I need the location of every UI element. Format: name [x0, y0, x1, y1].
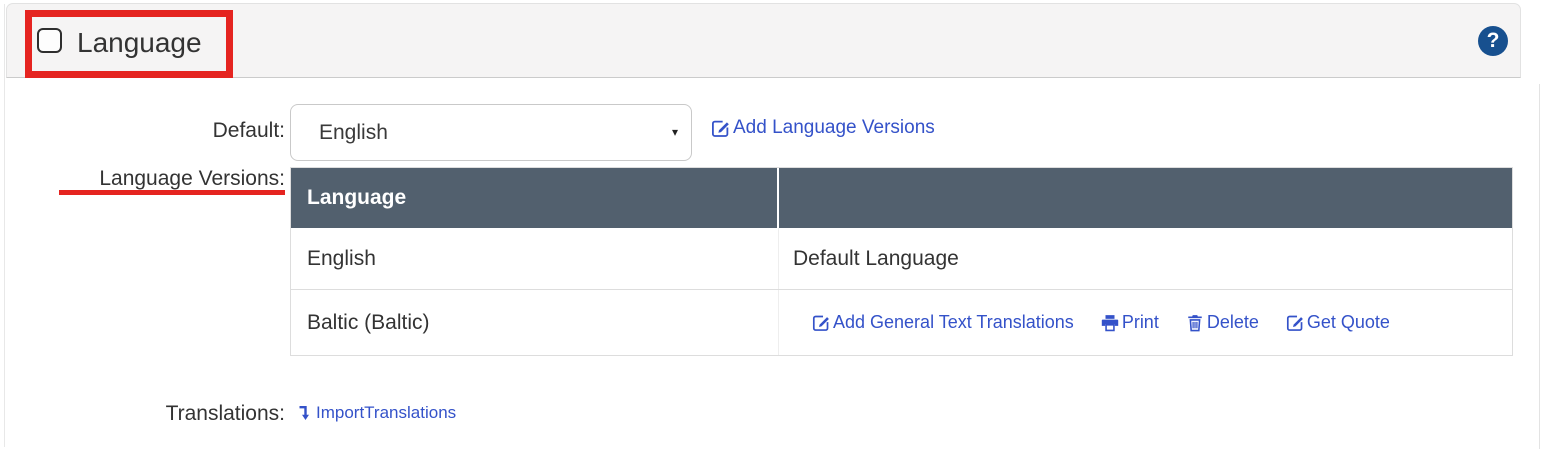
action-label: Print	[1122, 312, 1159, 333]
add-general-text-translations-link[interactable]: Add General Text Translations	[812, 312, 1074, 333]
language-versions-table: Language English Default Language Baltic…	[290, 167, 1513, 356]
action-label: Add General Text Translations	[833, 312, 1074, 333]
default-language-dropdown[interactable]: English ▾	[290, 104, 692, 161]
action-label: Get Quote	[1307, 312, 1390, 333]
default-label: Default:	[35, 119, 285, 143]
language-cell: English	[291, 228, 779, 289]
table-row: English Default Language	[291, 228, 1512, 290]
table-header-language: Language	[291, 168, 779, 228]
trash-icon	[1186, 314, 1204, 332]
table-header-row: Language	[291, 168, 1512, 228]
add-language-versions-link[interactable]: Add Language Versions	[711, 117, 935, 139]
question-mark-glyph: ?	[1487, 29, 1500, 53]
level-down-icon	[297, 405, 313, 421]
table-header-actions	[779, 168, 1512, 228]
add-language-versions-label: Add Language Versions	[733, 117, 935, 139]
language-settings-panel: Language ? Default: English ▾ Add Langua…	[0, 0, 1554, 449]
row-actions-cell: Add General Text Translations Print Delete…	[779, 290, 1512, 355]
translations-label: Translations:	[35, 402, 285, 426]
note-cell: Default Language	[779, 228, 1512, 289]
get-quote-link[interactable]: Get Quote	[1286, 312, 1390, 333]
edit-icon	[711, 119, 730, 138]
section-title: Language	[77, 27, 202, 59]
print-link[interactable]: Print	[1101, 312, 1159, 333]
print-icon	[1101, 314, 1119, 332]
language-versions-label: Language Versions:	[35, 167, 285, 191]
dropdown-selected-value: English	[319, 105, 388, 160]
section-collapse-checkbox[interactable]	[37, 28, 62, 53]
import-translations-label: ImportTranslations	[316, 403, 456, 423]
section-header-bar: Language ?	[6, 3, 1521, 78]
edit-icon	[1286, 314, 1304, 332]
language-cell: Baltic (Baltic)	[291, 290, 779, 355]
chevron-down-icon: ▾	[672, 105, 678, 160]
table-row: Baltic (Baltic) Add General Text Transla…	[291, 290, 1512, 355]
delete-link[interactable]: Delete	[1186, 312, 1259, 333]
page-left-border	[4, 4, 5, 447]
action-label: Delete	[1207, 312, 1259, 333]
page-right-border	[1539, 84, 1540, 449]
import-translations-link[interactable]: ImportTranslations	[297, 403, 456, 423]
edit-icon	[812, 314, 830, 332]
help-icon[interactable]: ?	[1478, 26, 1508, 56]
